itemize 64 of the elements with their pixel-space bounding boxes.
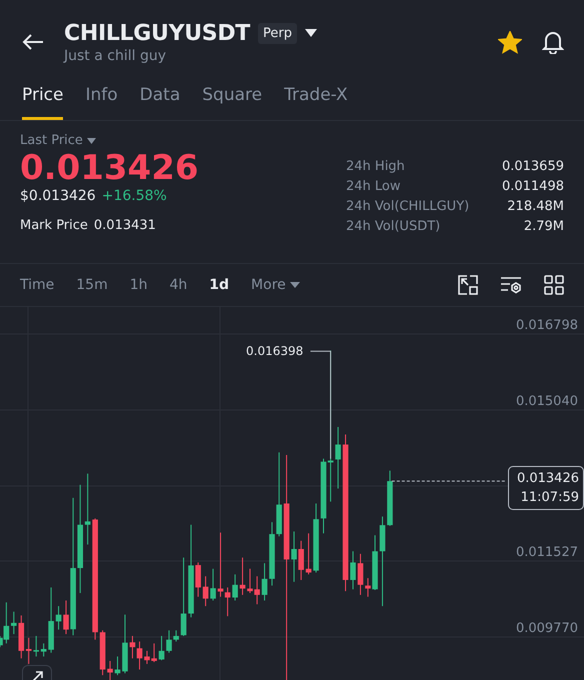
more-dropdown[interactable]: More [251,277,300,293]
candle [107,660,113,680]
expand-chart-icon[interactable] [458,275,478,295]
back-arrow-icon[interactable] [22,33,44,51]
candle [210,568,216,601]
candle [387,470,393,526]
star-icon[interactable] [498,30,522,54]
candle [313,503,319,574]
candle [48,586,54,654]
stat-value: 0.011498 [502,179,564,194]
high-price-label: 0.016398 [246,344,304,358]
diagonal-arrow-icon [30,670,44,680]
mark-price-label: Mark Price [20,218,88,233]
stat-label: 24h Vol(CHILLGUY) [346,199,470,214]
candle [232,574,238,601]
candle [358,553,364,596]
interval-tab[interactable]: Time [20,277,54,293]
stat-value: 218.48M [506,199,564,214]
candle [350,550,356,590]
mark-price-value: 0.013431 [94,218,156,233]
candle [100,630,106,676]
candle [56,606,62,630]
indicator-settings-icon[interactable] [500,275,522,295]
stat-label: 24h Low [346,179,402,194]
candle [122,614,128,674]
caret-icon [290,282,300,288]
stat-label: 24h High [346,159,406,174]
stat-value: 2.79M [522,219,564,234]
caret-icon[interactable] [305,29,317,37]
axis-price-label: 0.009770 [516,621,578,636]
axis-price-label: 0.016798 [516,318,578,333]
price-change: +16.58% [102,188,167,204]
countdown-timer: 11:07:59 [520,489,579,507]
bell-icon[interactable] [542,30,564,54]
tab[interactable]: Data [140,85,180,120]
last-price: 0.013426 [20,148,200,188]
perp-badge: Perp [258,22,297,44]
axis-price-label: 0.015040 [516,394,578,409]
last-price-dropdown[interactable]: Last Price [20,133,346,148]
tab[interactable]: Square [202,85,262,120]
candle [262,562,268,601]
stat-label: 24h Vol(USDT) [346,219,442,234]
grid-layout-icon[interactable] [544,275,564,295]
axis-price-label: 0.011527 [516,545,578,560]
candle [335,426,341,490]
tab[interactable]: Trade-X [284,85,348,120]
interval-tab[interactable]: 1d [209,277,230,293]
symbol-title: CHILLGUYUSDT [64,20,250,46]
tab[interactable]: Price [22,85,64,120]
interval-tab[interactable]: 15m [76,277,108,293]
interval-tab[interactable]: 1h [130,277,148,293]
candle [40,642,46,657]
usd-price: $0.013426 [20,188,96,204]
symbol-subtitle: Just a chill guy [64,48,167,64]
candle [158,635,164,661]
candle [240,557,246,596]
candle [202,576,208,607]
last-price-value: 0.013426 [516,470,579,488]
candle [114,656,120,676]
interval-tab[interactable]: 4h [170,277,188,293]
candle [306,532,312,575]
tab[interactable]: Info [85,85,118,120]
stat-value: 0.013659 [502,159,564,174]
caret-icon [86,138,96,144]
